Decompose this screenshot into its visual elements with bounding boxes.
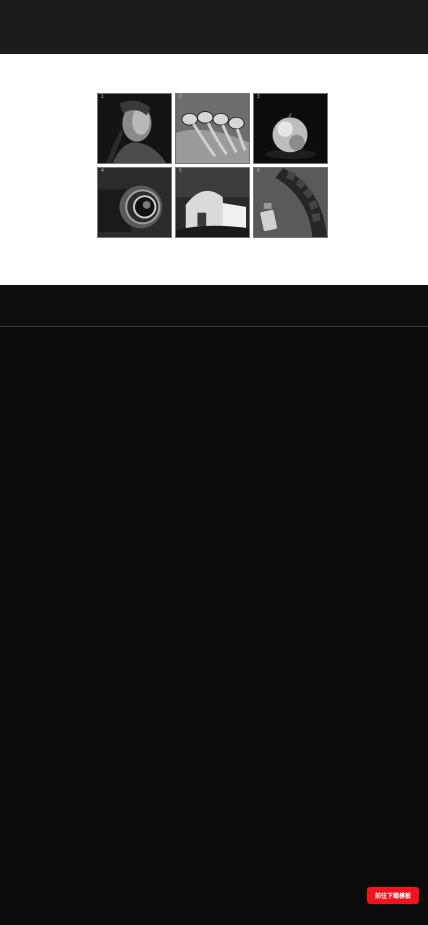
camera-lens-image (98, 168, 171, 237)
gallery-tile-gear[interactable]: 6 (253, 167, 328, 238)
tile-number: 3 (257, 94, 260, 100)
tile-number: 5 (179, 168, 182, 174)
top-bar (0, 0, 428, 54)
main-content (0, 327, 428, 925)
fruit-image (254, 94, 327, 163)
tile-number: 1 (101, 94, 104, 100)
gallery-tile-spoons[interactable]: 2 (175, 93, 250, 164)
gallery-tile-building[interactable]: 5 (175, 167, 250, 238)
photo-gallery: 1 2 3 4 5 6 (97, 93, 329, 239)
spoons-image (176, 94, 249, 163)
portrait-image (98, 94, 171, 163)
gallery-tile-portrait[interactable]: 1 (97, 93, 172, 164)
download-template-button[interactable]: 前往下载模板 (367, 887, 419, 904)
building-image (176, 168, 249, 237)
gallery-tile-fruit[interactable]: 3 (253, 93, 328, 164)
gallery-tile-camera[interactable]: 4 (97, 167, 172, 238)
tile-number: 2 (179, 94, 182, 100)
tile-number: 6 (257, 168, 260, 174)
gear-image (254, 168, 327, 237)
tile-number: 4 (101, 168, 104, 174)
section-band (0, 285, 428, 326)
